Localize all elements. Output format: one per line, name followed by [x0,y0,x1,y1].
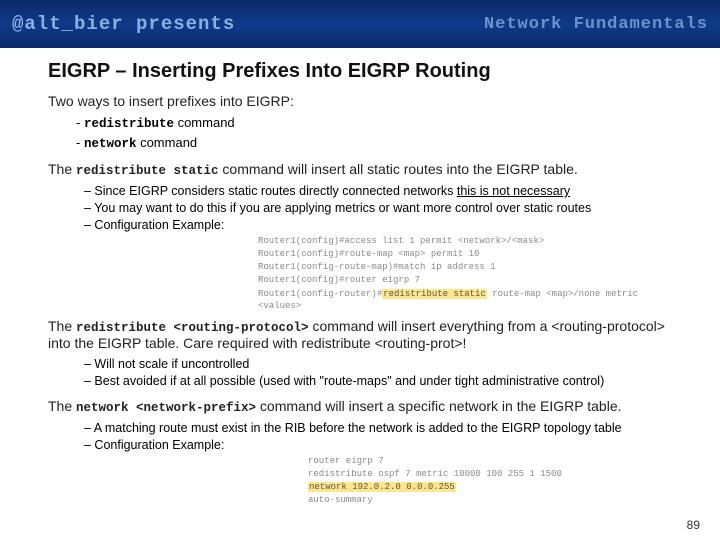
text-pre: The [48,161,76,177]
header-left: @alt_bier presents [12,13,235,35]
code-redistribute: redistribute [84,117,174,131]
redist-static-b3: – Configuration Example: [84,218,672,232]
cfg1-l5hl: redistribute static [382,289,487,299]
redist-proto-b1: – Will not scale if uncontrolled [84,357,672,371]
way-b-post: command [136,135,197,150]
b1a: – Since EIGRP considers static routes di… [84,184,457,198]
b1b-underlined: this is not necessary [457,184,570,198]
cfg2-l2: redistribute ospf 7 metric 10000 100 255… [308,468,672,480]
redist-static-b2: – You may want to do this if you are app… [84,201,672,215]
redist-static-b1: – Since EIGRP considers static routes di… [84,184,672,198]
cfg1-l2: Router1(config)#route-map <map> permit 1… [258,248,672,260]
network-cmd-line: The network <network-prefix> command wil… [48,398,672,415]
cfg1-l5: Router1(config-router)#redistribute stat… [258,288,672,312]
cfg2-l1: router eigrp 7 [308,455,672,467]
redist-proto-b2: – Best avoided if at all possible (used … [84,374,672,388]
cfg1-l3: Router1(config-route-map)#match ip addre… [258,261,672,273]
header-right: Network Fundamentals [484,15,708,34]
config-example-2: router eigrp 7 redistribute ospf 7 metri… [308,455,672,507]
dash: - [76,115,84,130]
dash: - [76,135,84,150]
text-pre2: The [48,318,76,334]
redist-proto-line: The redistribute <routing-protocol> comm… [48,318,672,351]
cfg1-l1: Router1(config)#access list 1 permit <ne… [258,235,672,247]
text-post3: command will insert a specific network i… [256,398,621,414]
cfg2-l3: network 192.0.2.0 0.0.0.255 [308,481,672,493]
header-bar: @alt_bier presents Network Fundamentals [0,0,720,48]
code-network: network [84,137,137,151]
cfg2-l3hl: network 192.0.2.0 0.0.0.255 [308,482,456,492]
page-number: 89 [687,518,700,532]
cfg2-l4: auto-summary [308,494,672,506]
text-post: command will insert all static routes in… [219,161,578,177]
slide-title: EIGRP – Inserting Prefixes Into EIGRP Ro… [48,60,672,83]
network-b1: – A matching route must exist in the RIB… [84,421,672,435]
cfg1-l4: Router1(config)#router eigrp 7 [258,274,672,286]
way-redistribute: - redistribute command [76,115,672,131]
code-redist-proto: redistribute <routing-protocol> [76,321,309,335]
code-redist-static: redistribute static [76,164,219,178]
way-network: - network command [76,135,672,151]
way-a-post: command [174,115,235,130]
config-example-1: Router1(config)#access list 1 permit <ne… [258,235,672,312]
network-b2: – Configuration Example: [84,438,672,452]
redist-static-line: The redistribute static command will ins… [48,161,672,178]
slide-content: EIGRP – Inserting Prefixes Into EIGRP Ro… [0,48,720,506]
cfg1-l5a: Router1(config-router)# [258,289,382,299]
code-network-prefix: network <network-prefix> [76,401,256,415]
intro-text: Two ways to insert prefixes into EIGRP: [48,93,672,109]
text-pre3: The [48,398,76,414]
